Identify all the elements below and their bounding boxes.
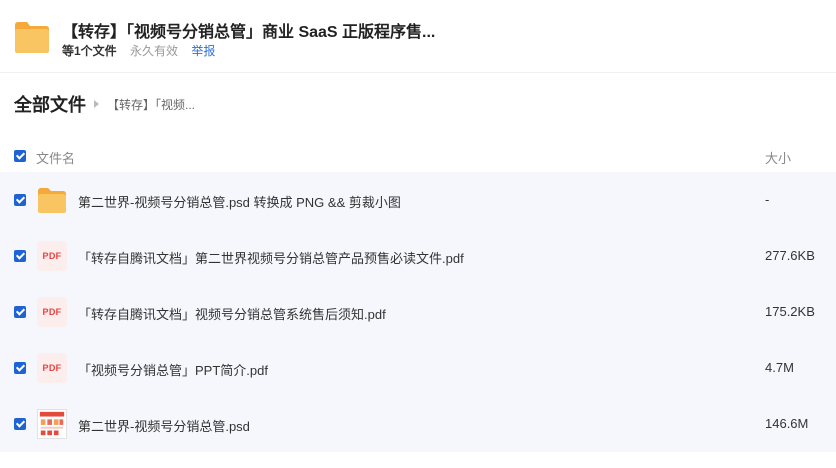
report-link[interactable]: 举报 — [191, 44, 215, 58]
pdf-badge: PDF — [42, 251, 62, 261]
psd-thumbnail-icon — [37, 409, 67, 439]
file-name[interactable]: 「转存自腾讯文档」视频号分销总管系统售后须知.pdf — [78, 304, 386, 323]
file-list: 第二世界-视频号分销总管.psd 转换成 PNG && 剪裁小图 - PDF 「… — [0, 172, 836, 452]
file-size: 4.7M — [765, 360, 794, 375]
file-size: 277.6KB — [765, 248, 815, 263]
row-checkbox[interactable] — [14, 362, 26, 374]
share-meta: 等1个文件 永久有效 举报 — [62, 42, 215, 59]
pdf-icon: PDF — [37, 241, 67, 271]
file-size: 146.6M — [765, 416, 809, 431]
breadcrumb-current[interactable]: 【转存】「视频... — [107, 96, 195, 113]
validity-label: 永久有效 — [130, 44, 179, 58]
breadcrumb-root[interactable]: 全部文件 — [14, 91, 86, 117]
folder-icon — [38, 188, 66, 213]
row-checkbox[interactable] — [14, 306, 26, 318]
column-header-size[interactable]: 大小 — [765, 148, 791, 167]
file-name[interactable]: 「视频号分销总管」PPT简介.pdf — [78, 360, 268, 379]
file-row[interactable]: PDF 「视频号分销总管」PPT简介.pdf 4.7M — [0, 340, 836, 396]
file-row[interactable]: 第二世界-视频号分销总管.psd 146.6M — [0, 396, 836, 452]
row-checkbox[interactable] — [14, 418, 26, 430]
file-name[interactable]: 第二世界-视频号分销总管.psd — [78, 416, 250, 435]
file-row[interactable]: PDF 「转存自腾讯文档」第二世界视频号分销总管产品预售必读文件.pdf 277… — [0, 228, 836, 284]
row-checkbox[interactable] — [14, 250, 26, 262]
file-size: 175.2KB — [765, 304, 815, 319]
pdf-badge: PDF — [42, 307, 62, 317]
file-row[interactable]: 第二世界-视频号分销总管.psd 转换成 PNG && 剪裁小图 - — [0, 172, 836, 228]
pdf-icon: PDF — [37, 297, 67, 327]
file-name[interactable]: 「转存自腾讯文档」第二世界视频号分销总管产品预售必读文件.pdf — [78, 248, 464, 267]
select-all-checkbox[interactable] — [14, 150, 26, 162]
file-row[interactable]: PDF 「转存自腾讯文档」视频号分销总管系统售后须知.pdf 175.2KB — [0, 284, 836, 340]
share-header: 【转存】「视频号分销总管」商业 SaaS 正版程序售... 等1个文件 永久有效… — [0, 0, 836, 73]
share-title: 【转存】「视频号分销总管」商业 SaaS 正版程序售... — [62, 24, 436, 41]
pdf-icon: PDF — [37, 353, 67, 383]
file-count: 等1个文件 — [62, 44, 117, 58]
breadcrumb-arrow-icon — [94, 100, 99, 108]
column-header-name[interactable]: 文件名 — [36, 148, 75, 167]
file-name[interactable]: 第二世界-视频号分销总管.psd 转换成 PNG && 剪裁小图 — [78, 192, 401, 211]
pdf-badge: PDF — [42, 363, 62, 373]
file-size: - — [765, 192, 770, 207]
row-checkbox[interactable] — [14, 194, 26, 206]
folder-icon — [15, 22, 49, 53]
list-header: 文件名 大小 — [0, 140, 836, 172]
breadcrumb: 全部文件 【转存】「视频... — [14, 93, 195, 115]
